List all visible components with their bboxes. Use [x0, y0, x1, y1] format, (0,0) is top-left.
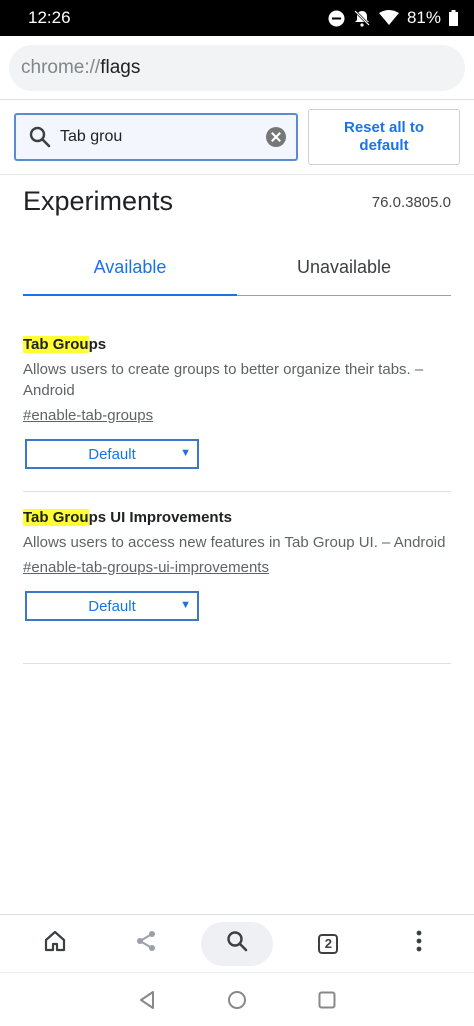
experiment-state-select[interactable]: Default ▼	[25, 439, 199, 469]
dropdown-arrow-icon: ▼	[180, 447, 191, 459]
experiment-title-rest: ps	[88, 336, 107, 353]
search-icon	[225, 929, 249, 958]
experiment-item: Tab Groups UI Improvements Allows users …	[23, 509, 451, 664]
experiment-title-rest: ps UI Improvements	[88, 509, 232, 526]
search-highlight: Tab Grou	[23, 509, 89, 526]
do-not-disturb-icon	[328, 10, 345, 27]
tab-count: 2	[318, 933, 339, 954]
url-scheme: chrome://	[21, 57, 101, 78]
status-bar: 12:26 81%	[0, 0, 474, 36]
search-button[interactable]	[200, 921, 273, 966]
experiment-description: Allows users to create groups to better …	[23, 361, 424, 399]
tab-available[interactable]: Available	[23, 240, 237, 296]
bottom-toolbar: 2	[0, 914, 474, 972]
experiment-item: Tab Groups Allows users to create groups…	[23, 336, 451, 492]
home-button[interactable]	[20, 922, 90, 966]
clear-search-icon[interactable]	[266, 127, 286, 147]
experiment-state-select[interactable]: Default ▼	[25, 591, 199, 621]
toolbar: chrome://flags	[0, 36, 474, 100]
tab-bar: Available Unavailable	[23, 240, 451, 296]
menu-button[interactable]	[384, 922, 454, 966]
share-icon	[134, 929, 158, 958]
version-label: 76.0.3805.0	[371, 194, 451, 211]
url-bar[interactable]: chrome://flags	[9, 45, 465, 91]
status-time: 12:26	[28, 8, 71, 27]
system-nav-bar	[0, 972, 474, 1026]
select-value: Default	[88, 445, 136, 463]
experiment-description: Allows users to access new features in T…	[23, 534, 446, 551]
reset-all-button[interactable]: Reset all to default	[308, 109, 460, 165]
battery-icon	[449, 10, 458, 26]
status-icons: 81%	[328, 8, 458, 28]
flags-search-box[interactable]	[14, 113, 298, 161]
muted-bell-icon	[353, 9, 371, 27]
select-value: Default	[88, 597, 136, 615]
dropdown-arrow-icon: ▼	[180, 599, 191, 611]
experiment-title: Tab Groups UI Improvements	[23, 509, 451, 526]
tab-switcher-button[interactable]: 2	[293, 922, 363, 966]
search-highlight: Tab Grou	[23, 336, 89, 353]
wifi-icon	[378, 10, 399, 26]
page-title: Experiments	[23, 186, 174, 216]
home-nav-icon[interactable]	[227, 990, 247, 1010]
more-vert-icon	[415, 930, 423, 957]
flags-search-input[interactable]	[60, 128, 240, 146]
experiment-link[interactable]: #enable-tab-groups-ui-improvements	[23, 559, 269, 576]
experiment-link[interactable]: #enable-tab-groups	[23, 407, 153, 424]
url-path: flags	[100, 57, 141, 78]
home-icon	[43, 929, 67, 958]
recents-icon[interactable]	[317, 990, 337, 1010]
tab-unavailable[interactable]: Unavailable	[237, 240, 451, 295]
share-button[interactable]	[111, 922, 181, 966]
experiment-title: Tab Groups	[23, 336, 451, 353]
flags-search-row: Reset all to default	[0, 101, 474, 175]
battery-percent: 81%	[406, 8, 441, 27]
search-icon	[28, 125, 52, 149]
back-icon[interactable]	[137, 990, 157, 1010]
